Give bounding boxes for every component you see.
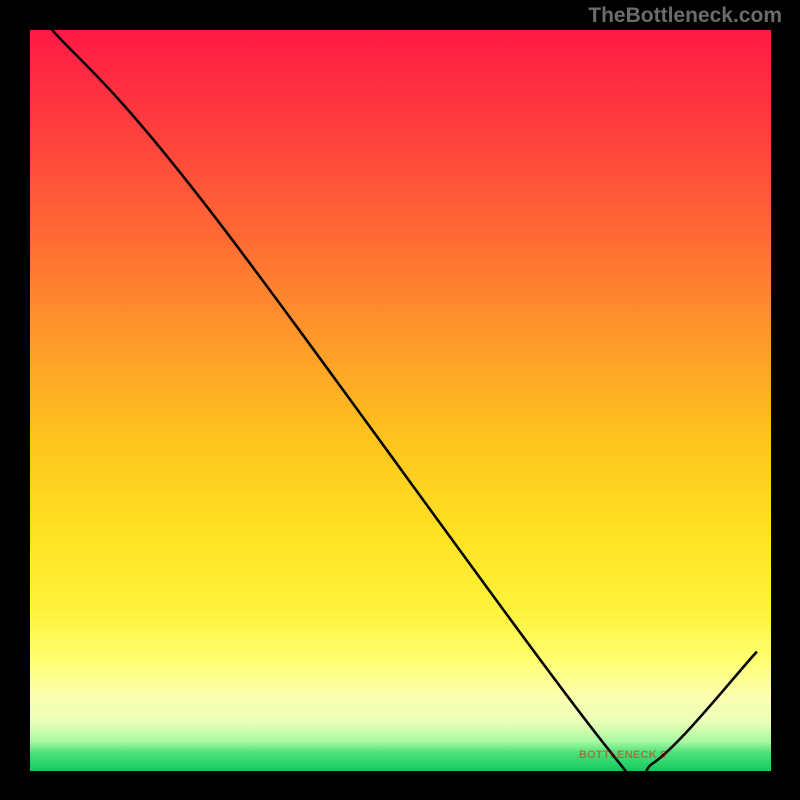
chart-area: BOTTLENECK 0 (30, 30, 771, 771)
watermark-text: TheBottleneck.com (588, 4, 782, 28)
chart-curve (30, 30, 771, 771)
bottleneck-label: BOTTLENECK 0 (579, 749, 667, 761)
